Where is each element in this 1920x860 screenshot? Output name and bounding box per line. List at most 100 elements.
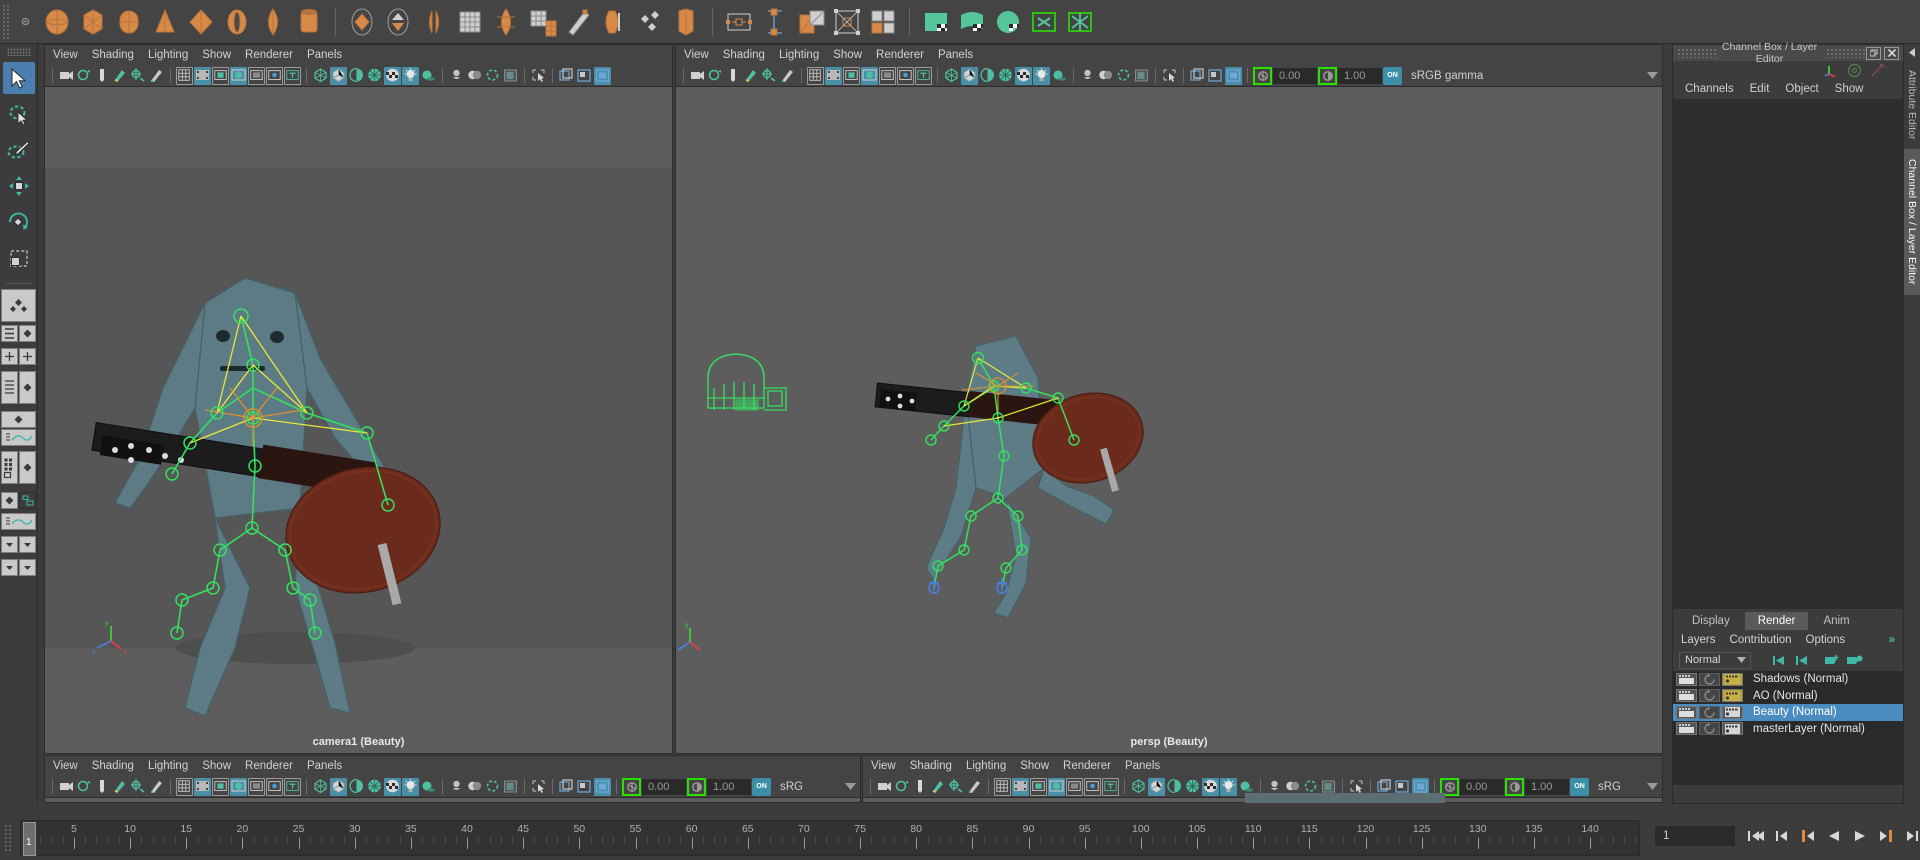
- step-back-frame-button[interactable]: [1797, 824, 1819, 848]
- layer-tab-display[interactable]: Display: [1679, 612, 1743, 630]
- x-ray-active-components-icon[interactable]: [484, 67, 501, 85]
- two-d-pan-zoom-icon[interactable]: [130, 778, 147, 796]
- combine-icon[interactable]: [345, 4, 379, 40]
- resolution-gate-icon[interactable]: [212, 67, 229, 85]
- texture-toggle-icon[interactable]: [384, 67, 401, 85]
- field-chart-icon[interactable]: [861, 67, 878, 85]
- grid-toggle-icon[interactable]: [176, 67, 193, 85]
- shade-selected-icon[interactable]: [979, 67, 996, 85]
- smooth-shade-all-icon[interactable]: [1148, 778, 1165, 796]
- ipr-render-icon[interactable]: [1225, 67, 1242, 85]
- lasso-select-tool[interactable]: [3, 98, 35, 130]
- quick-layout-hypershade-persp[interactable]: [19, 451, 36, 484]
- render-layer-list-empty[interactable]: [1673, 737, 1903, 785]
- step-back-keyframe-button[interactable]: [1771, 824, 1793, 848]
- exposure-value[interactable]: 0.00: [1273, 68, 1317, 84]
- viewport-render-region-icon[interactable]: [576, 778, 593, 796]
- exposure-value[interactable]: 0.00: [642, 779, 686, 795]
- wireframe-on-shaded-icon[interactable]: [366, 778, 383, 796]
- uv-layout-icon[interactable]: [830, 4, 864, 40]
- two-d-pan-zoom-icon[interactable]: [761, 67, 778, 85]
- rotate-tool[interactable]: [3, 206, 35, 238]
- layer-renderable-toggle[interactable]: [1722, 722, 1743, 735]
- smooth-shade-all-icon[interactable]: [961, 67, 978, 85]
- extrude-icon[interactable]: [489, 4, 523, 40]
- layer-menu-overflow[interactable]: »: [1889, 634, 1903, 646]
- layer-mode-dropdown[interactable]: Normal: [1679, 652, 1751, 669]
- vp1-menu-shading[interactable]: Shading: [92, 49, 134, 61]
- options-menu[interactable]: Options: [1806, 634, 1846, 646]
- wireframe-shading-icon[interactable]: [943, 67, 960, 85]
- vp1-menu-renderer[interactable]: Renderer: [245, 49, 293, 61]
- isolate-select-icon[interactable]: [530, 67, 547, 85]
- layer-tab-anim[interactable]: Anim: [1810, 612, 1862, 630]
- grease-pencil-icon[interactable]: [148, 67, 165, 85]
- title-safe-text-icon[interactable]: [284, 778, 301, 796]
- x-ray-active-components-icon[interactable]: [484, 778, 501, 796]
- wireframe-shading-icon[interactable]: [1130, 778, 1147, 796]
- shade-selected-icon[interactable]: [1166, 778, 1183, 796]
- vp3-menu-renderer[interactable]: Renderer: [245, 760, 293, 772]
- quick-layout-graph-editor[interactable]: [1, 429, 36, 446]
- viewport-snapshot-icon[interactable]: [558, 778, 575, 796]
- split-polygon-icon[interactable]: [561, 4, 595, 40]
- layer-renderable-toggle[interactable]: [1722, 689, 1743, 702]
- layer-visibility-toggle[interactable]: [1676, 673, 1697, 686]
- quick-layout-outliner-panel[interactable]: [1, 371, 18, 404]
- bevel-icon[interactable]: [525, 4, 559, 40]
- safe-action-icon[interactable]: [879, 67, 896, 85]
- toolbox-grip[interactable]: [7, 48, 31, 56]
- color-management-toggle[interactable]: ON: [752, 778, 771, 796]
- move-layer-up-icon[interactable]: [1771, 654, 1788, 667]
- quick-layout-two-pane-side[interactable]: [1, 348, 18, 365]
- quick-layout-preset-c[interactable]: [1, 559, 18, 576]
- field-chart-icon[interactable]: [1048, 778, 1065, 796]
- wireframe-on-shaded-icon[interactable]: [1184, 778, 1201, 796]
- shadows-toggle-icon[interactable]: [1051, 67, 1068, 85]
- planar-map-icon[interactable]: [722, 4, 756, 40]
- panel-drag-dots[interactable]: [1677, 48, 1717, 58]
- channel-box-attribute-area[interactable]: [1673, 99, 1903, 609]
- x-ray-icon[interactable]: [448, 67, 465, 85]
- smooth-icon[interactable]: [453, 4, 487, 40]
- safe-action-icon[interactable]: [248, 778, 265, 796]
- x-ray-icon[interactable]: [1079, 67, 1096, 85]
- layer-visibility-toggle[interactable]: [1676, 706, 1697, 719]
- shade-selected-icon[interactable]: [348, 778, 365, 796]
- layer-visibility-toggle[interactable]: [1676, 722, 1697, 735]
- timeline-grip[interactable]: [4, 824, 13, 852]
- layer-tab-render[interactable]: Render: [1745, 612, 1809, 630]
- step-forward-frame-button[interactable]: [1875, 824, 1897, 848]
- select-camera-icon[interactable]: [58, 778, 75, 796]
- append-polygon-icon[interactable]: [633, 4, 667, 40]
- vp2-menu-show[interactable]: Show: [833, 49, 862, 61]
- poly-cone-icon[interactable]: [148, 4, 182, 40]
- wireframe-on-shaded-icon[interactable]: [997, 67, 1014, 85]
- use-all-lights-icon[interactable]: [402, 778, 419, 796]
- move-tool[interactable]: [3, 170, 35, 202]
- poly-cylinder-icon[interactable]: [112, 4, 146, 40]
- texture-toggle-icon[interactable]: [384, 778, 401, 796]
- two-d-pan-zoom-icon[interactable]: [948, 778, 965, 796]
- smooth-shade-all-icon[interactable]: [330, 67, 347, 85]
- cylindrical-map-icon[interactable]: [758, 4, 792, 40]
- viewport-persp[interactable]: View Shading Lighting Show Renderer Pane…: [675, 44, 1663, 754]
- use-all-lights-icon[interactable]: [1220, 778, 1237, 796]
- viewport-camera1[interactable]: View Shading Lighting Show Renderer Pane…: [44, 44, 673, 754]
- gamma-value[interactable]: 1.00: [707, 779, 751, 795]
- merge-vertex-icon[interactable]: [669, 4, 703, 40]
- vp2-menu-panels[interactable]: Panels: [938, 49, 973, 61]
- play-forwards-button[interactable]: [1849, 824, 1871, 848]
- grid-toggle-icon[interactable]: [807, 67, 824, 85]
- cb-menu-edit[interactable]: Edit: [1750, 83, 1770, 95]
- layer-reference-toggle[interactable]: [1699, 706, 1720, 719]
- viewport-camera1-canvas[interactable]: y z x camera1 (Beauty): [45, 88, 672, 753]
- time-slider[interactable]: 5101520253035404550556065707580859095100…: [20, 820, 1640, 856]
- quick-layout-relationship-editor[interactable]: [19, 492, 36, 509]
- vp4-menu-view[interactable]: View: [871, 760, 896, 772]
- use-all-lights-icon[interactable]: [1033, 67, 1050, 85]
- layer-reference-toggle[interactable]: [1699, 722, 1720, 735]
- viewport-bottom-left[interactable]: View Shading Lighting Show Renderer Pane…: [44, 755, 861, 803]
- film-gate-icon[interactable]: [1012, 778, 1029, 796]
- vp3-menu-view[interactable]: View: [53, 760, 78, 772]
